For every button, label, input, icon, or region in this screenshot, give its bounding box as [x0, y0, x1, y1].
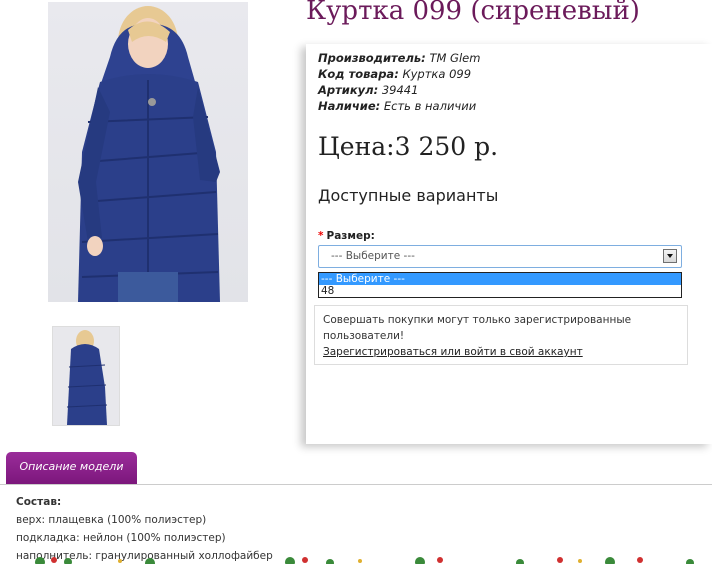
- product-thumbnail[interactable]: [52, 326, 120, 426]
- product-info-panel: Производитель: TM Glem Код товара: Куртк…: [306, 44, 712, 444]
- login-register-link[interactable]: Зарегистрироваться или войти в свой акка…: [323, 346, 583, 358]
- size-dropdown-list: --- Выберите --- 48: [318, 272, 682, 298]
- size-option-48[interactable]: 48: [319, 285, 681, 297]
- spec-manufacturer: Производитель: TM Glem: [318, 51, 481, 65]
- product-specs: Производитель: TM Glem Код товара: Куртк…: [318, 50, 480, 114]
- required-mark: *: [318, 230, 324, 242]
- composition-heading: Состав:: [16, 496, 62, 508]
- size-option-placeholder[interactable]: --- Выберите ---: [319, 273, 681, 285]
- composition-line: верх: плащевка (100% полиэстер): [16, 514, 207, 526]
- jacket-photo-icon: [78, 6, 220, 302]
- login-notice: Совершать покупки могут только зарегистр…: [314, 305, 688, 365]
- tab-description[interactable]: Описание модели: [6, 452, 137, 484]
- product-price: Цена:3 250 р.: [318, 132, 499, 161]
- decorative-garland: [0, 548, 712, 564]
- garland-icon: [35, 557, 694, 564]
- spec-availability: Наличие: Есть в наличии: [318, 99, 477, 113]
- variants-title: Доступные варианты: [318, 186, 499, 205]
- spec-product-code: Код товара: Куртка 099: [318, 67, 472, 81]
- product-main-image[interactable]: [48, 2, 248, 302]
- size-label: * Размер:: [318, 230, 375, 242]
- composition-line: подкладка: нейлон (100% полиэстер): [16, 532, 226, 544]
- spec-article: Артикул: 39441: [318, 83, 419, 97]
- product-title: Куртка 099 (сиреневый): [306, 0, 640, 26]
- chevron-down-icon[interactable]: [663, 249, 677, 263]
- jacket-thumb-icon: [66, 330, 108, 425]
- size-select[interactable]: --- Выберите ---: [318, 245, 682, 268]
- login-notice-text: Совершать покупки могут только зарегистр…: [323, 314, 632, 342]
